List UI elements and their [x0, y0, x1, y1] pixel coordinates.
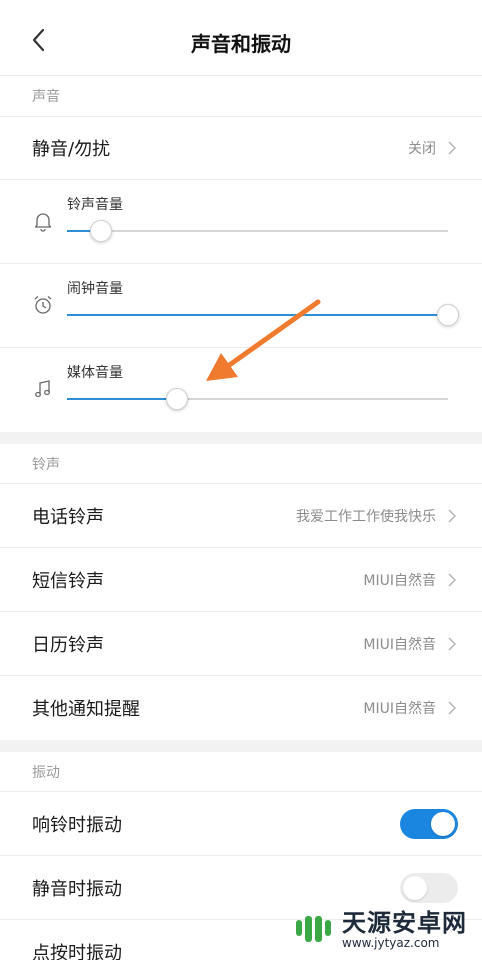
- section-label-ringtones: 铃声: [0, 444, 482, 484]
- calendar-ringtone-label: 日历铃声: [32, 634, 104, 656]
- section-divider: [0, 740, 482, 752]
- vibrate-on-silent-label: 静音时振动: [32, 878, 122, 900]
- section-label-vibration: 振动: [0, 752, 482, 792]
- vibrate-on-ring-toggle[interactable]: [400, 808, 458, 839]
- toggle-knob: [431, 811, 455, 836]
- phone-ringtone-value: 我爱工作工作使我快乐: [296, 508, 436, 525]
- chevron-right-icon: [448, 701, 457, 715]
- phone-ringtone-label: 电话铃声: [32, 506, 104, 528]
- slider-thumb[interactable]: [166, 388, 189, 410]
- chevron-right-icon: [448, 572, 457, 587]
- vibrate-on-ring-row: 响铃时振动: [0, 792, 482, 856]
- dnd-row[interactable]: 静音/勿扰 关闭: [0, 116, 482, 180]
- media-volume: 媒体音量: [0, 348, 482, 432]
- vibrate-on-ring-label: 响铃时振动: [32, 814, 122, 836]
- dnd-label: 静音/勿扰: [32, 139, 111, 160]
- top-bar: 声音和振动: [0, 0, 482, 76]
- page-title: 声音和振动: [191, 32, 291, 56]
- watermark-title: 天源安卓网: [342, 909, 467, 937]
- ringtone-volume: 铃声音量: [0, 180, 482, 264]
- toggle-knob: [403, 875, 427, 900]
- android-logo-icon: [296, 916, 331, 942]
- vibrate-on-silent-toggle[interactable]: [400, 872, 458, 903]
- music-note-icon: [35, 380, 50, 398]
- chevron-right-icon: [448, 636, 457, 651]
- calendar-ringtone-row[interactable]: 日历铃声 MIUI自然音: [0, 612, 482, 676]
- watermark-url: www.jytyaz.com: [342, 936, 440, 950]
- media-volume-slider[interactable]: [67, 388, 448, 410]
- ringtone-volume-label: 铃声音量: [67, 197, 123, 213]
- chevron-right-icon: [448, 508, 457, 523]
- chevron-right-icon: [448, 141, 457, 155]
- sms-ringtone-row[interactable]: 短信铃声 MIUI自然音: [0, 548, 482, 612]
- dnd-value: 关闭: [408, 141, 436, 157]
- alarm-volume-slider[interactable]: [67, 304, 459, 326]
- alarm-volume-label: 闹钟音量: [67, 281, 123, 297]
- site-watermark: 天源安卓网 www.jytyaz.com: [292, 908, 467, 952]
- alarm-clock-icon: [34, 296, 52, 314]
- slider-fill: [67, 314, 448, 316]
- ringtone-volume-slider[interactable]: [67, 220, 448, 242]
- section-divider: [0, 432, 482, 444]
- slider-thumb[interactable]: [90, 220, 113, 242]
- calendar-ringtone-value: MIUI自然音: [363, 636, 436, 653]
- other-notification-label: 其他通知提醒: [32, 699, 140, 720]
- slider-thumb[interactable]: [437, 304, 459, 326]
- sms-ringtone-label: 短信铃声: [32, 570, 104, 592]
- section-label-sound: 声音: [32, 89, 60, 105]
- sms-ringtone-value: MIUI自然音: [363, 572, 436, 589]
- other-notification-value: MIUI自然音: [363, 701, 436, 717]
- bell-icon: [34, 213, 52, 232]
- media-volume-label: 媒体音量: [67, 365, 123, 381]
- other-notification-row[interactable]: 其他通知提醒 MIUI自然音: [0, 676, 482, 740]
- phone-ringtone-row[interactable]: 电话铃声 我爱工作工作使我快乐: [0, 484, 482, 548]
- alarm-volume: 闹钟音量: [0, 264, 482, 348]
- slider-fill: [67, 398, 178, 400]
